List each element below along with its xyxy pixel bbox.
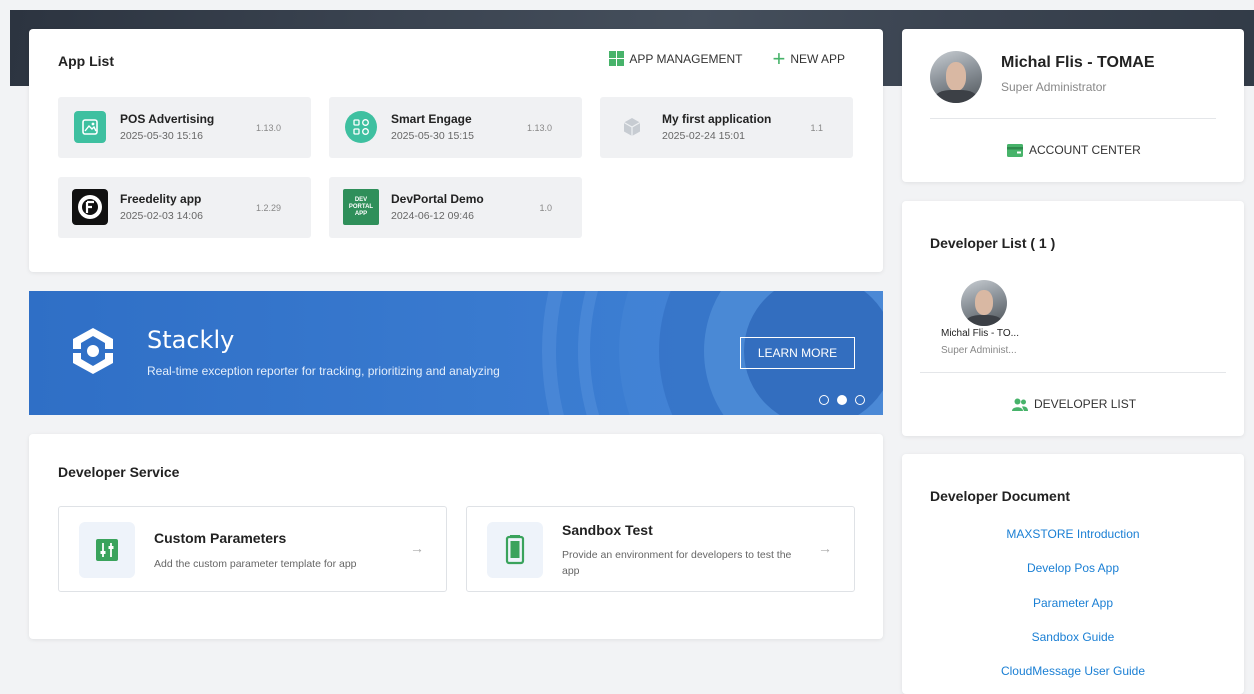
developer-list-button[interactable]: DEVELOPER LIST [1012,397,1136,411]
service-name: Sandbox Test [562,522,653,538]
sliders-icon [79,522,135,578]
carousel-dots [819,395,865,405]
app-name: Freedelity app [120,192,202,206]
developer-document-card: Developer Document MAXSTORE Introduction… [902,454,1244,694]
developer-name: Michal Flis - TO... [941,328,1019,339]
app-tile[interactable]: My first application 2025-02-24 15:01 1.… [600,97,853,158]
app-name: POS Advertising [120,112,215,126]
app-list-actions: APP MANAGEMENT + NEW APP [609,45,845,71]
doc-link-parameter-app[interactable]: Parameter App [902,596,1244,610]
developer-service-card: Developer Service Custom Parameters Add … [29,434,883,639]
account-center-button[interactable]: ACCOUNT CENTER [1007,143,1141,157]
profile-card: Michal Flis - TOMAE Super Administrator … [902,29,1244,182]
arrow-right-icon: → [410,540,424,556]
carousel-dot[interactable] [819,395,829,405]
app-list-card: App List APP MANAGEMENT + NEW APP POS Ad… [29,29,883,272]
avatar[interactable] [930,51,982,103]
app-date: 2025-02-03 14:06 [120,210,203,222]
new-app-label: NEW APP [790,51,845,66]
image-icon [74,111,106,143]
developer-avatar[interactable] [961,280,1007,326]
engage-icon [345,111,377,143]
divider [930,118,1216,119]
grid-icon [609,51,625,66]
app-version: 1.13.0 [255,123,281,133]
arrow-right-icon: → [818,540,832,556]
account-center-label: ACCOUNT CENTER [1029,143,1141,157]
service-description: Add the custom parameter template for ap… [154,558,357,570]
custom-parameters-tile[interactable]: Custom Parameters Add the custom paramet… [58,506,447,592]
app-management-button[interactable]: APP MANAGEMENT [609,51,742,66]
sandbox-icon [487,522,543,578]
app-tile[interactable]: POS Advertising 2025-05-30 15:16 1.13.0 [58,97,311,158]
app-name: Smart Engage [391,112,472,126]
developer-list-card: Developer List ( 1 ) Michal Flis - TO...… [902,201,1244,436]
wallet-icon [1007,143,1023,157]
app-date: 2024-06-12 09:46 [391,210,474,222]
devportal-logo: DEV PORTAL APP [343,189,379,225]
developer-document-title: Developer Document [930,488,1071,504]
service-name: Custom Parameters [154,530,287,546]
app-management-label: APP MANAGEMENT [629,51,743,66]
sandbox-test-tile[interactable]: Sandbox Test Provide an environment for … [466,506,855,592]
banner-subtitle: Real-time exception reporter for trackin… [147,364,500,378]
users-icon [1012,398,1028,411]
app-version: 1.13.0 [526,123,552,133]
carousel-dot-active[interactable] [837,395,847,405]
doc-link-develop-pos-app[interactable]: Develop Pos App [902,561,1244,575]
divider [920,372,1226,373]
app-tile[interactable]: DEV PORTAL APP DevPortal Demo 2024-06-12… [329,177,582,238]
app-date: 2025-05-30 15:16 [120,130,203,142]
app-version: 1.2.29 [255,203,281,213]
freedelity-logo [72,189,108,225]
plus-icon: + [772,45,786,71]
profile-name: Michal Flis - TOMAE [1001,54,1155,71]
app-tile[interactable]: Freedelity app 2025-02-03 14:06 1.2.29 [58,177,311,238]
app-name: DevPortal Demo [391,192,484,206]
stackly-logo [73,328,113,374]
app-version: 1.1 [810,123,823,133]
doc-link-cloudmessage-user-guide[interactable]: CloudMessage User Guide [902,664,1244,678]
new-app-button[interactable]: + NEW APP [772,45,845,71]
banner-title: Stackly [147,326,235,354]
promo-banner: Stackly Real-time exception reporter for… [29,291,883,415]
developer-list-title: Developer List ( 1 ) [930,235,1056,251]
cube-icon [616,111,648,143]
doc-link-sandbox-guide[interactable]: Sandbox Guide [902,630,1244,644]
app-date: 2025-05-30 15:15 [391,130,474,142]
app-list-title: App List [58,53,114,69]
developer-role: Super Administ... [941,345,1017,356]
service-description: Provide an environment for developers to… [562,549,792,577]
learn-more-button[interactable]: LEARN MORE [740,337,855,369]
app-tile[interactable]: Smart Engage 2025-05-30 15:15 1.13.0 [329,97,582,158]
developer-list-label: DEVELOPER LIST [1034,397,1137,411]
doc-link-maxstore-introduction[interactable]: MAXSTORE Introduction [902,527,1244,541]
developer-service-title: Developer Service [58,464,180,480]
app-date: 2025-02-24 15:01 [662,130,745,142]
profile-role: Super Administrator [1001,80,1107,94]
app-version: 1.0 [539,203,552,213]
app-name: My first application [662,112,772,126]
carousel-dot[interactable] [855,395,865,405]
